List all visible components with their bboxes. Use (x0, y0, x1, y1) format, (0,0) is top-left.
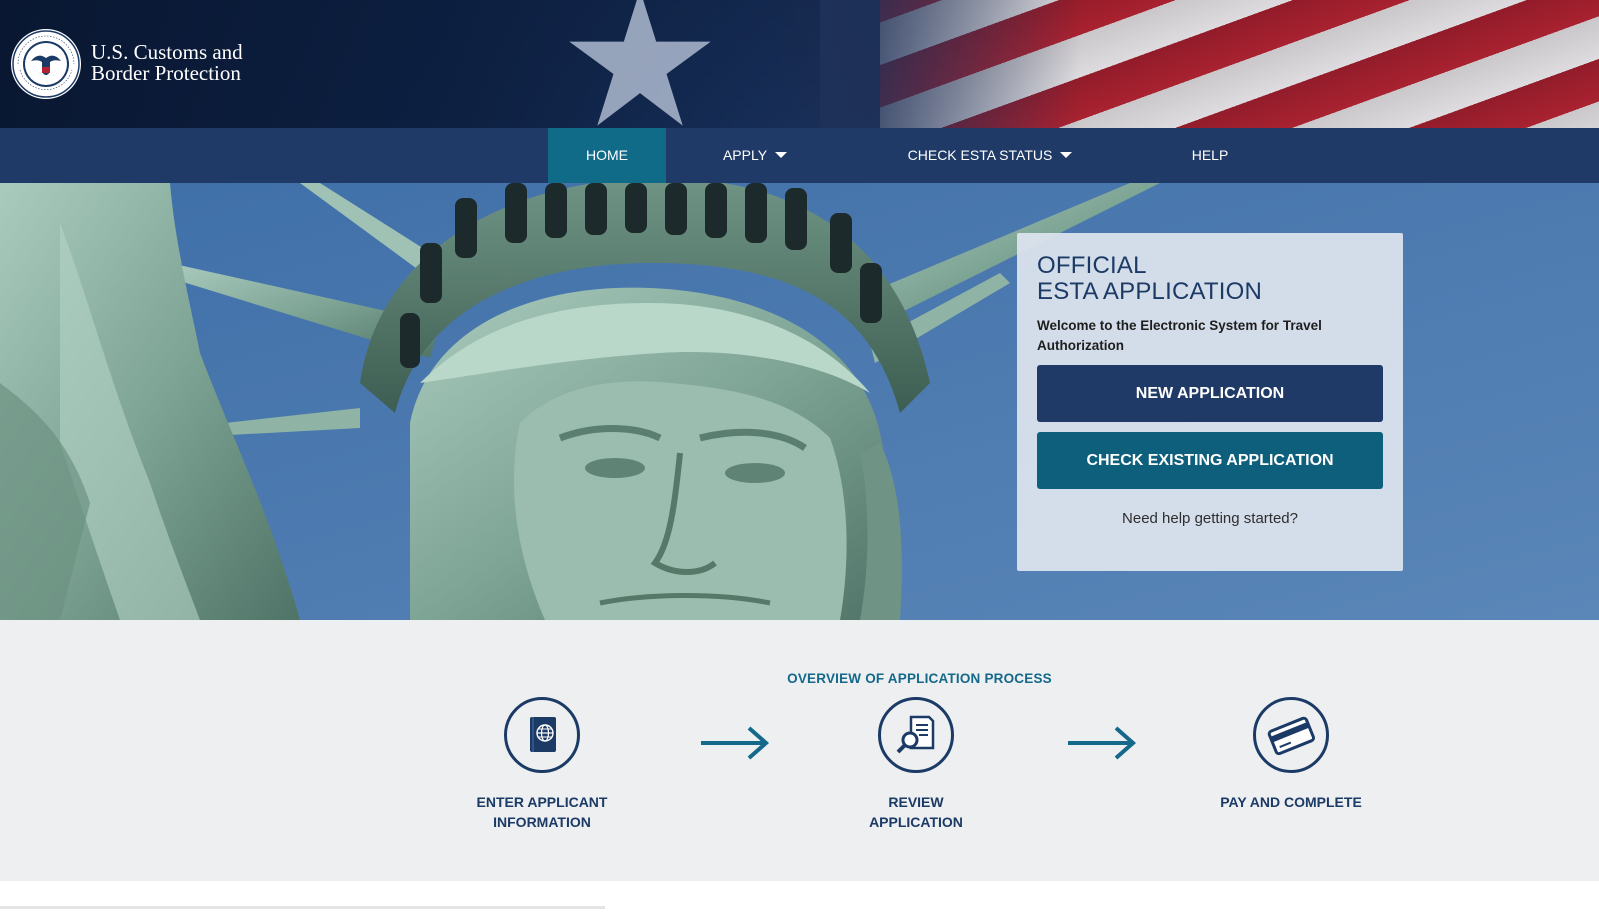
step-pay-complete-circle (1253, 697, 1329, 773)
nav-check-esta-status[interactable]: CHECK ESTA STATUS (900, 128, 1080, 183)
nav-apply-label: APPLY (722, 147, 768, 163)
dhs-seal-logo[interactable] (10, 28, 82, 100)
header-banner: U.S. Customs and Border Protection (0, 0, 1599, 128)
overview-title: OVERVIEW OF APPLICATION PROCESS (787, 671, 1052, 686)
step-review-application-label: REVIEW APPLICATION (816, 792, 1016, 832)
card-heading: OFFICIAL ESTA APPLICATION (1037, 253, 1262, 305)
step-3-line1: PAY AND COMPLETE (1220, 794, 1362, 810)
step-enter-applicant-circle (504, 697, 580, 773)
main-nav: HOME APPLY CHECK ESTA STATUS HELP (0, 128, 1599, 183)
nav-help[interactable]: HELP (1170, 128, 1250, 183)
step-1-line2: INFORMATION (493, 814, 591, 830)
flag-fade (820, 0, 1080, 128)
agency-name-line2: Border Protection (91, 61, 241, 85)
arrow-right-icon (1068, 726, 1137, 760)
card-heading-line2: ESTA APPLICATION (1037, 278, 1263, 305)
agency-name[interactable]: U.S. Customs and Border Protection (91, 42, 243, 84)
step-2-line1: REVIEW (888, 794, 944, 810)
step-pay-complete-label: PAY AND COMPLETE (1191, 792, 1391, 812)
card-heading-line1: OFFICIAL (1037, 252, 1147, 279)
chevron-down-icon (1060, 152, 1073, 159)
check-existing-application-button[interactable]: CHECK EXISTING APPLICATION (1037, 432, 1383, 489)
nav-home-label: HOME (586, 147, 628, 163)
nav-check-esta-status-label: CHECK ESTA STATUS (907, 147, 1053, 163)
chevron-down-icon (775, 152, 788, 159)
new-application-button[interactable]: NEW APPLICATION (1037, 365, 1383, 422)
card-welcome-text: Welcome to the Electronic System for Tra… (1037, 318, 1322, 353)
nav-help-label: HELP (1191, 147, 1229, 163)
esta-application-card: OFFICIAL ESTA APPLICATION Welcome to the… (1017, 233, 1403, 571)
footer-divider (0, 906, 605, 909)
need-help-link[interactable]: Need help getting started? (1037, 510, 1383, 527)
application-overview-section: OVERVIEW OF APPLICATION PROCESS ENTER AP… (0, 620, 1599, 881)
step-2-line2: APPLICATION (869, 814, 963, 830)
step-enter-applicant-label: ENTER APPLICANT INFORMATION (442, 792, 642, 832)
nav-home[interactable]: HOME (548, 128, 666, 183)
nav-apply[interactable]: APPLY (705, 128, 805, 183)
arrow-right-icon (701, 726, 770, 760)
hero-section: OFFICIAL ESTA APPLICATION Welcome to the… (0, 183, 1599, 620)
step-review-application-circle (878, 697, 954, 773)
document-search-icon (896, 715, 935, 754)
agency-name-line1: U.S. Customs and (91, 40, 243, 64)
flag-star-icon (569, 0, 711, 126)
credit-card-icon (1267, 716, 1316, 756)
step-1-line1: ENTER APPLICANT (476, 794, 608, 810)
passport-icon (530, 717, 556, 752)
